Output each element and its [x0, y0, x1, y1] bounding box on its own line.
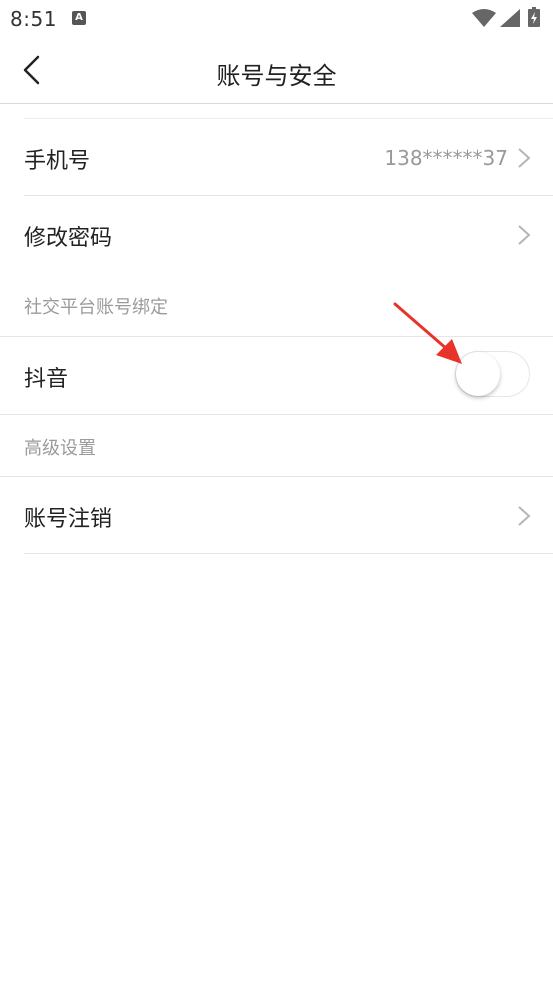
phone-label: 手机号 — [24, 149, 91, 174]
delete-account-row[interactable]: 账号注销 — [24, 477, 553, 554]
section-header-advanced: 高级设置 — [24, 438, 96, 459]
account-security-screen: 8:51 A 账号与安全 手机号 138******37 修改密码 社交平台账号… — [0, 0, 553, 984]
android-a-icon: A — [72, 11, 86, 25]
chevron-right-icon — [518, 148, 531, 168]
battery-icon — [528, 7, 540, 27]
phone-row[interactable]: 手机号 138******37 — [24, 119, 553, 196]
status-bar: 8:51 A — [0, 0, 553, 38]
title-bar: 账号与安全 — [0, 38, 553, 104]
chevron-right-icon — [518, 225, 531, 245]
annotation-arrow-icon — [393, 302, 462, 364]
cell-signal-icon — [500, 9, 520, 27]
douyin-label: 抖音 — [24, 367, 69, 392]
phone-value: 138******37 — [384, 146, 508, 170]
section-header-social-binding: 社交平台账号绑定 — [24, 297, 168, 318]
wifi-icon — [472, 9, 496, 27]
change-password-label: 修改密码 — [24, 226, 113, 251]
page-title: 账号与安全 — [216, 62, 337, 90]
delete-account-label: 账号注销 — [24, 507, 113, 532]
chevron-right-icon — [518, 506, 531, 526]
change-password-row[interactable]: 修改密码 — [24, 196, 553, 274]
status-time: 8:51 — [10, 7, 57, 31]
divider — [0, 414, 553, 415]
